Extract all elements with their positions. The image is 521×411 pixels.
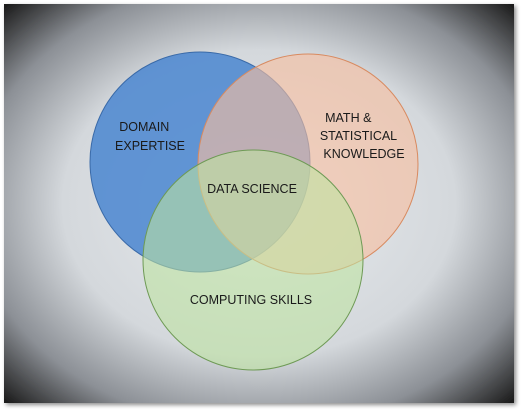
computing-skills-label: COMPUTING SKILLS <box>190 293 312 307</box>
data-science-label: DATA SCIENCE <box>207 182 297 196</box>
venn-diagram-frame: DOMAIN EXPERTISE MATH & STATISTICAL KNOW… <box>0 0 521 411</box>
venn-diagram: DOMAIN EXPERTISE MATH & STATISTICAL KNOW… <box>4 4 514 403</box>
